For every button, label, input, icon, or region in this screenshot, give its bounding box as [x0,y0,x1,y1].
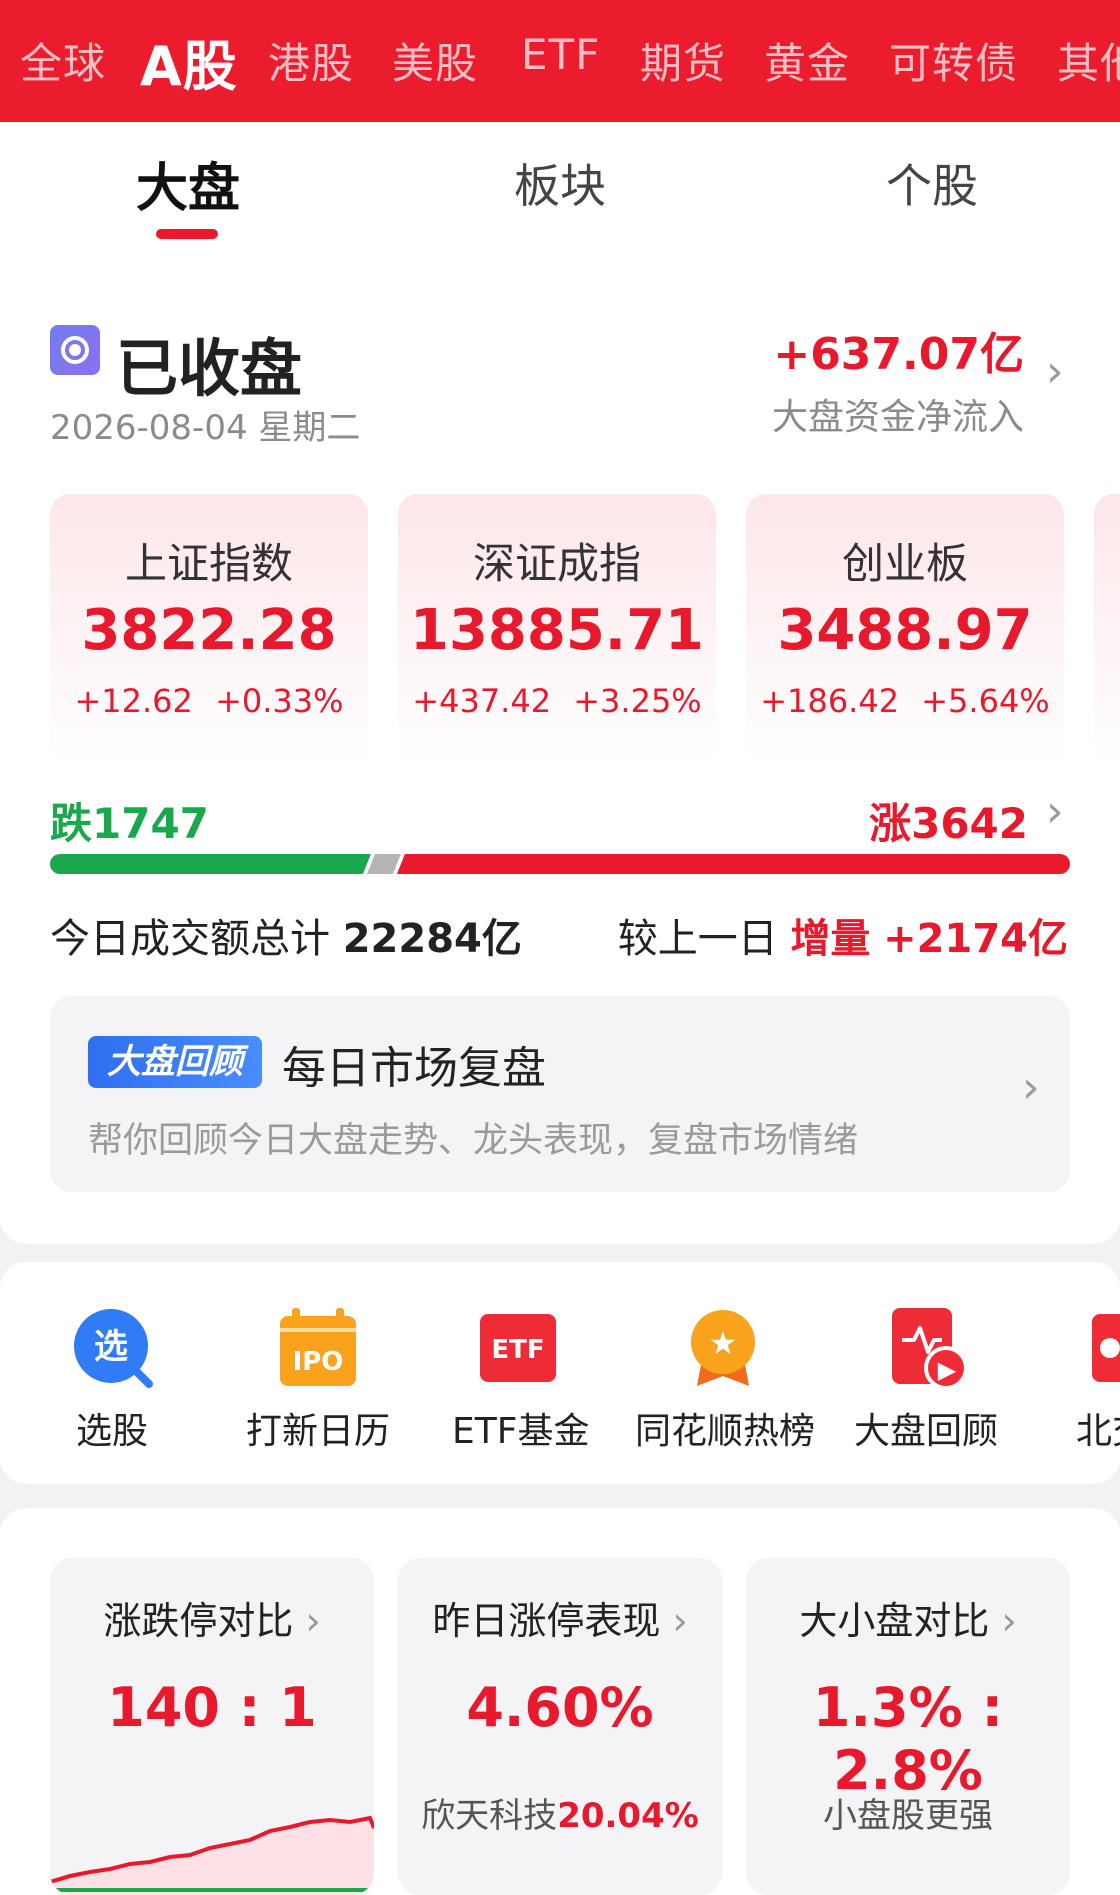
index-card-shenzhen[interactable]: 深证成指 13885.71 +437.42 +3.25% [398,494,716,766]
svg-text:▶: ▶ [938,1356,957,1384]
index-change: +437.42 +3.25% [412,682,702,720]
index-value: 13885.71 [409,598,705,663]
market-closed-icon [50,325,100,375]
daily-review-banner[interactable]: 大盘回顾 每日市场复盘 帮你回顾今日大盘走势、龙头表现，复盘市场情绪 › [50,996,1070,1192]
ipo-calendar-icon[interactable]: IPO [278,1308,358,1388]
chevron-right-icon: › [1022,1062,1040,1113]
etf-icon[interactable]: ETF [478,1308,558,1388]
market-tab-a-share[interactable]: A股 [140,22,238,101]
stat-value: 4.60% [466,1676,654,1739]
chevron-right-icon[interactable]: › [1046,350,1064,394]
tab-stocks[interactable]: 个股 [886,150,978,216]
large-small-cap-compare[interactable]: 大小盘对比 › 1.3% : 2.8% 小盘股更强 [746,1558,1070,1895]
shortcut-label[interactable]: ETF基金 [452,1402,589,1454]
stat-value: 140 : 1 [107,1676,317,1739]
flat-segment [366,854,401,874]
shortcut-label[interactable]: 选股 [76,1402,148,1454]
index-name: 创业板 [841,539,968,588]
limit-up-down-compare[interactable]: 涨跌停对比 › 140 : 1 [50,1558,374,1895]
net-inflow-label[interactable]: 大盘资金净流入 [772,388,1024,440]
svg-text:★: ★ [709,1324,738,1362]
tab-market[interactable]: 大盘 [136,146,240,221]
market-tab-convertible[interactable]: 可转债 [889,30,1018,91]
stat-title: 大小盘对比 › [799,1599,1017,1643]
search-stock-icon[interactable]: 选 [73,1308,153,1388]
index-card-shanghai[interactable]: 上证指数 3822.28 +12.62 +0.33% [50,494,368,766]
svg-text:IPO: IPO [293,1347,344,1377]
market-review-icon[interactable]: ▶ [888,1308,968,1388]
index-change: +186.42 +5.64% [760,682,1050,720]
market-tab-other[interactable]: 其他 [1057,30,1120,91]
stat-title: 昨日涨停表现 › [432,1599,688,1643]
shortcut-label[interactable]: 同花顺热榜 [635,1402,815,1454]
tab-sectors[interactable]: 板块 [514,150,606,216]
falling-segment [50,854,371,874]
market-tab-global[interactable]: 全球 [20,30,106,91]
falling-count: 跌1747 [50,799,209,848]
review-subtitle: 帮你回顾今日大盘走势、龙头表现，复盘市场情绪 [88,1121,859,1161]
stat-subtext: 欣天科技20.04% [421,1796,699,1836]
svg-text:ETF: ETF [491,1335,544,1365]
net-inflow-value[interactable]: +637.07亿 [773,318,1024,382]
advance-decline-bar [50,854,1070,874]
market-tab-gold[interactable]: 黄金 [764,30,850,91]
hot-list-icon[interactable]: ★ [683,1308,763,1388]
market-date: 2026-08-04 星期二 [50,408,361,448]
market-tab-bar: 全球 A股 港股 美股 ETF 期货 黄金 可转债 其他 [0,0,1120,122]
shortcut-grid: 选 选股 IPO 打新日历 ETF ETF基金 ★ 同花顺热榜 ▶ 大盘回顾 北… [0,1262,1120,1484]
index-card-chinext[interactable]: 创业板 3488.97 +186.42 +5.64% [746,494,1064,766]
limit-trend-sparkline [50,1815,374,1895]
index-name: 深证成指 [472,539,641,588]
shortcut-label[interactable]: 大盘回顾 [854,1402,998,1454]
chevron-right-icon[interactable]: › [1046,790,1064,834]
index-change: +12.62 +0.33% [74,682,344,720]
svg-text:选: 选 [94,1327,128,1367]
bse-icon[interactable] [1090,1308,1120,1388]
turnover-compare: 较上一日 增量 +2174亿 [617,916,1068,962]
shortcut-label[interactable]: 打新日历 [246,1402,390,1454]
market-tab-us[interactable]: 美股 [392,30,478,91]
rising-count: 涨3642 [869,799,1028,848]
market-tab-hk[interactable]: 港股 [268,30,354,91]
stat-title: 涨跌停对比 › [103,1599,321,1643]
market-status: 已收盘 [116,332,303,405]
index-card-next[interactable] [1094,494,1120,766]
shortcut-label[interactable]: 北交所 [1076,1402,1120,1454]
active-tab-indicator [156,229,218,239]
yesterday-limit-up-performance[interactable]: 昨日涨停表现 › 4.60% 欣天科技20.04% [398,1558,722,1895]
stat-subtext: 小盘股更强 [823,1796,993,1836]
index-name: 上证指数 [124,539,293,588]
market-tab-futures[interactable]: 期货 [640,30,726,91]
turnover-total: 今日成交额总计 22284亿 [50,916,522,962]
index-value: 3488.97 [777,598,1033,663]
review-badge: 大盘回顾 [88,1036,262,1088]
rising-segment [396,854,1070,874]
index-value: 3822.28 [81,598,337,663]
review-title: 每日市场复盘 [282,1043,546,1094]
stat-value: 1.3% : 2.8% [812,1676,1004,1802]
market-tab-etf[interactable]: ETF [521,30,600,79]
